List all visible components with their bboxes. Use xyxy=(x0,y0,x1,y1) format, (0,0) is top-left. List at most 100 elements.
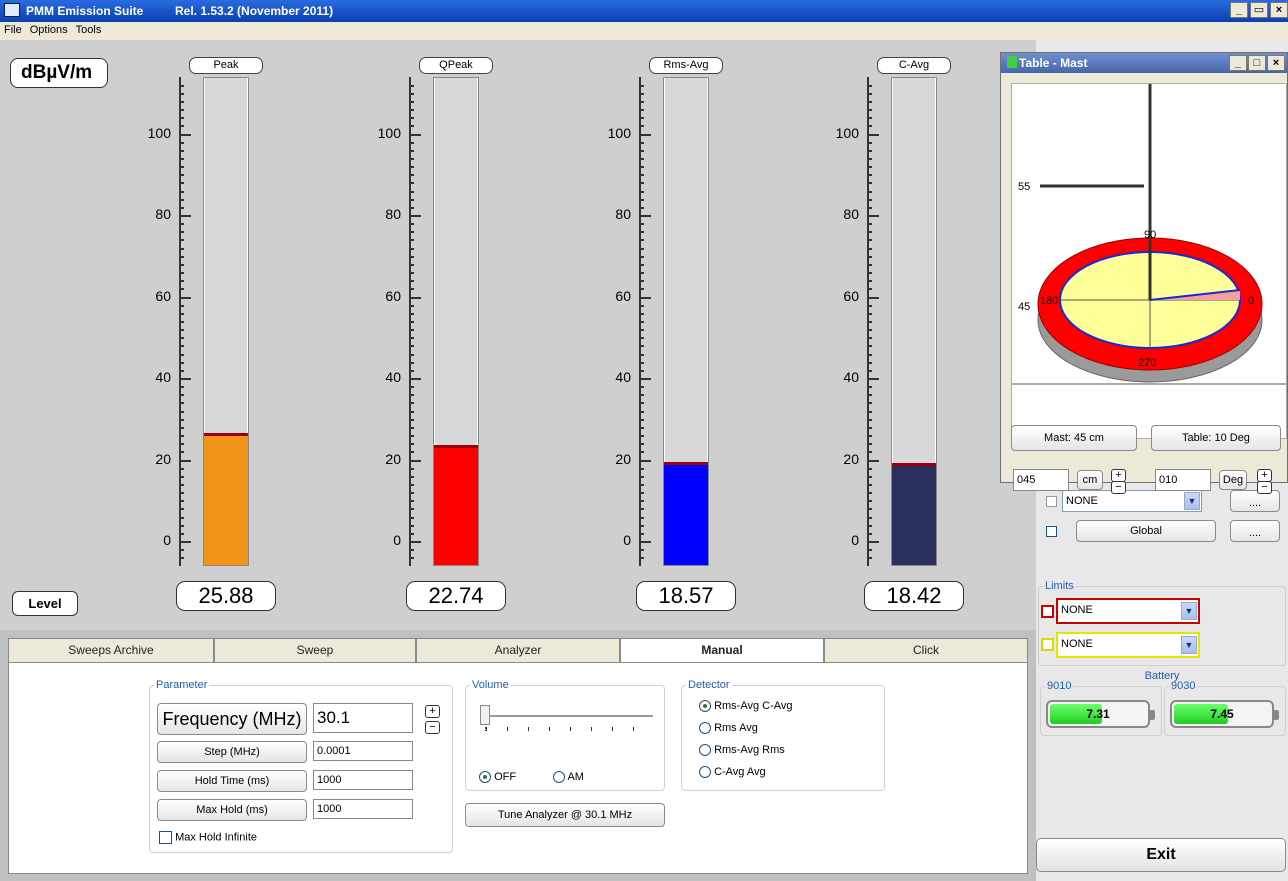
window-controls: _ ▭ × xyxy=(1230,2,1288,20)
scale-tick xyxy=(179,443,184,446)
menu-file[interactable]: File xyxy=(0,22,26,36)
volume-am-option[interactable]: AM xyxy=(553,771,584,784)
frequency-plus-button[interactable]: + xyxy=(425,705,440,718)
scale-tick xyxy=(639,353,644,356)
table-minus-button[interactable]: − xyxy=(1257,481,1272,494)
menu-tools[interactable]: Tools xyxy=(72,22,106,36)
scale-tick xyxy=(639,418,644,421)
battery-2-indicator: 7.45 xyxy=(1170,700,1279,728)
tab-analyzer[interactable]: Analyzer xyxy=(416,638,620,662)
dots-button[interactable]: .... xyxy=(1230,490,1280,512)
tab-manual[interactable]: Manual xyxy=(620,638,824,664)
scale-tick xyxy=(179,557,184,560)
menu-options[interactable]: Options xyxy=(26,22,72,36)
volume-off-radio[interactable] xyxy=(479,771,491,784)
detector-option[interactable]: C-Avg Avg xyxy=(699,761,793,783)
scale-tick xyxy=(867,166,872,169)
exit-button[interactable]: Exit xyxy=(1036,838,1286,872)
scale-tick xyxy=(639,369,644,372)
table-input[interactable]: 010 xyxy=(1155,469,1211,491)
minimize-icon[interactable]: _ xyxy=(1230,2,1248,18)
scale-tick xyxy=(639,451,644,454)
hold-time-input[interactable]: 1000 xyxy=(313,770,413,790)
scale-tick xyxy=(409,288,414,291)
table-unit-button[interactable]: Deg xyxy=(1219,470,1247,490)
detector-option[interactable]: Rms-Avg Rms xyxy=(699,739,793,761)
scale-tick xyxy=(179,541,191,543)
scale-tick xyxy=(639,312,644,315)
scale-tick xyxy=(409,190,414,193)
global-checkbox[interactable] xyxy=(1046,526,1057,537)
volume-slider-track[interactable] xyxy=(481,715,653,717)
max-hold-infinite-row[interactable]: Max Hold Infinite xyxy=(159,831,257,844)
tab-sweep[interactable]: Sweep xyxy=(214,638,416,662)
limit-1-checkbox[interactable] xyxy=(1041,605,1054,618)
chevron-down-icon[interactable]: ▼ xyxy=(1181,636,1197,654)
detector-radio[interactable] xyxy=(699,722,711,735)
dots-button[interactable]: .... xyxy=(1230,520,1280,542)
scale-tick xyxy=(639,549,644,552)
scale-tick xyxy=(867,92,872,95)
table-button[interactable]: Table: 10 Deg xyxy=(1151,425,1281,451)
minimize-icon[interactable]: _ xyxy=(1229,55,1247,71)
close-icon[interactable]: × xyxy=(1270,2,1288,18)
hold-time-button[interactable]: Hold Time (ms) xyxy=(157,770,307,792)
step-input[interactable]: 0.0001 xyxy=(313,741,413,761)
tab-sweeps-archive[interactable]: Sweeps Archive xyxy=(8,638,214,662)
global-button[interactable]: Global xyxy=(1076,520,1216,542)
battery-2-value: 7.45 xyxy=(1210,707,1234,721)
volume-off-option[interactable]: OFF xyxy=(479,771,516,784)
scale-tick xyxy=(179,84,184,87)
chevron-down-icon[interactable]: ▼ xyxy=(1181,602,1197,620)
scale-tick xyxy=(409,500,414,503)
detector-radio[interactable] xyxy=(699,700,711,713)
limit-2-combo[interactable]: NONE ▼ xyxy=(1056,632,1200,658)
mast-minus-button[interactable]: − xyxy=(1111,481,1126,494)
detector-option[interactable]: Rms Avg xyxy=(699,717,793,739)
mast-button[interactable]: Mast: 45 cm xyxy=(1011,425,1137,451)
mast-input[interactable]: 045 xyxy=(1013,469,1069,491)
limit-1-combo[interactable]: NONE ▼ xyxy=(1056,598,1200,624)
scale-tick xyxy=(867,125,872,128)
max-hold-button[interactable]: Max Hold (ms) xyxy=(157,799,307,821)
close-icon[interactable]: × xyxy=(1267,55,1285,71)
level-button[interactable]: Level xyxy=(12,591,78,616)
maximize-icon[interactable]: □ xyxy=(1248,55,1266,71)
detector-option[interactable]: Rms-Avg C-Avg xyxy=(699,695,793,717)
scale-tick xyxy=(867,288,872,291)
frequency-minus-button[interactable]: − xyxy=(425,721,440,734)
level-bar-marker xyxy=(434,445,478,449)
scale-tick xyxy=(179,272,184,275)
tab-click[interactable]: Click xyxy=(824,638,1028,662)
combo-checkbox[interactable] xyxy=(1046,496,1057,507)
step-button[interactable]: Step (MHz) xyxy=(157,741,307,763)
scale-tick xyxy=(409,394,414,397)
frequency-input[interactable]: 30.1 xyxy=(313,703,413,733)
scale-tick xyxy=(867,206,872,209)
detector-label-0: Peak xyxy=(189,57,263,74)
scale-tick xyxy=(639,198,644,201)
limit-2-checkbox[interactable] xyxy=(1041,638,1054,651)
scale-tick xyxy=(409,369,414,372)
angle-label-270: 270 xyxy=(1138,357,1156,369)
maximize-icon[interactable]: ▭ xyxy=(1250,2,1268,18)
volume-slider-thumb[interactable] xyxy=(480,705,490,725)
detector-radio[interactable] xyxy=(699,744,711,757)
scale-tick xyxy=(639,92,644,95)
frequency-button[interactable]: Frequency (MHz) xyxy=(157,703,307,735)
volume-am-radio[interactable] xyxy=(553,771,565,784)
chevron-down-icon[interactable]: ▼ xyxy=(1184,492,1200,510)
tune-analyzer-button[interactable]: Tune Analyzer @ 30.1 MHz xyxy=(465,803,665,827)
detector-radio[interactable] xyxy=(699,766,711,779)
scale-tick xyxy=(179,451,184,454)
scale-tick xyxy=(639,467,644,470)
scale-tick xyxy=(179,239,184,242)
max-hold-input[interactable]: 1000 xyxy=(313,799,413,819)
max-hold-infinite-checkbox[interactable] xyxy=(159,831,172,844)
scale-tick xyxy=(409,239,414,242)
none-combo-value: NONE xyxy=(1066,495,1098,507)
mast-unit-button[interactable]: cm xyxy=(1077,470,1103,490)
scale-tick xyxy=(409,532,414,535)
scale-tick xyxy=(867,174,872,177)
none-combo[interactable]: NONE ▼ xyxy=(1062,490,1202,512)
